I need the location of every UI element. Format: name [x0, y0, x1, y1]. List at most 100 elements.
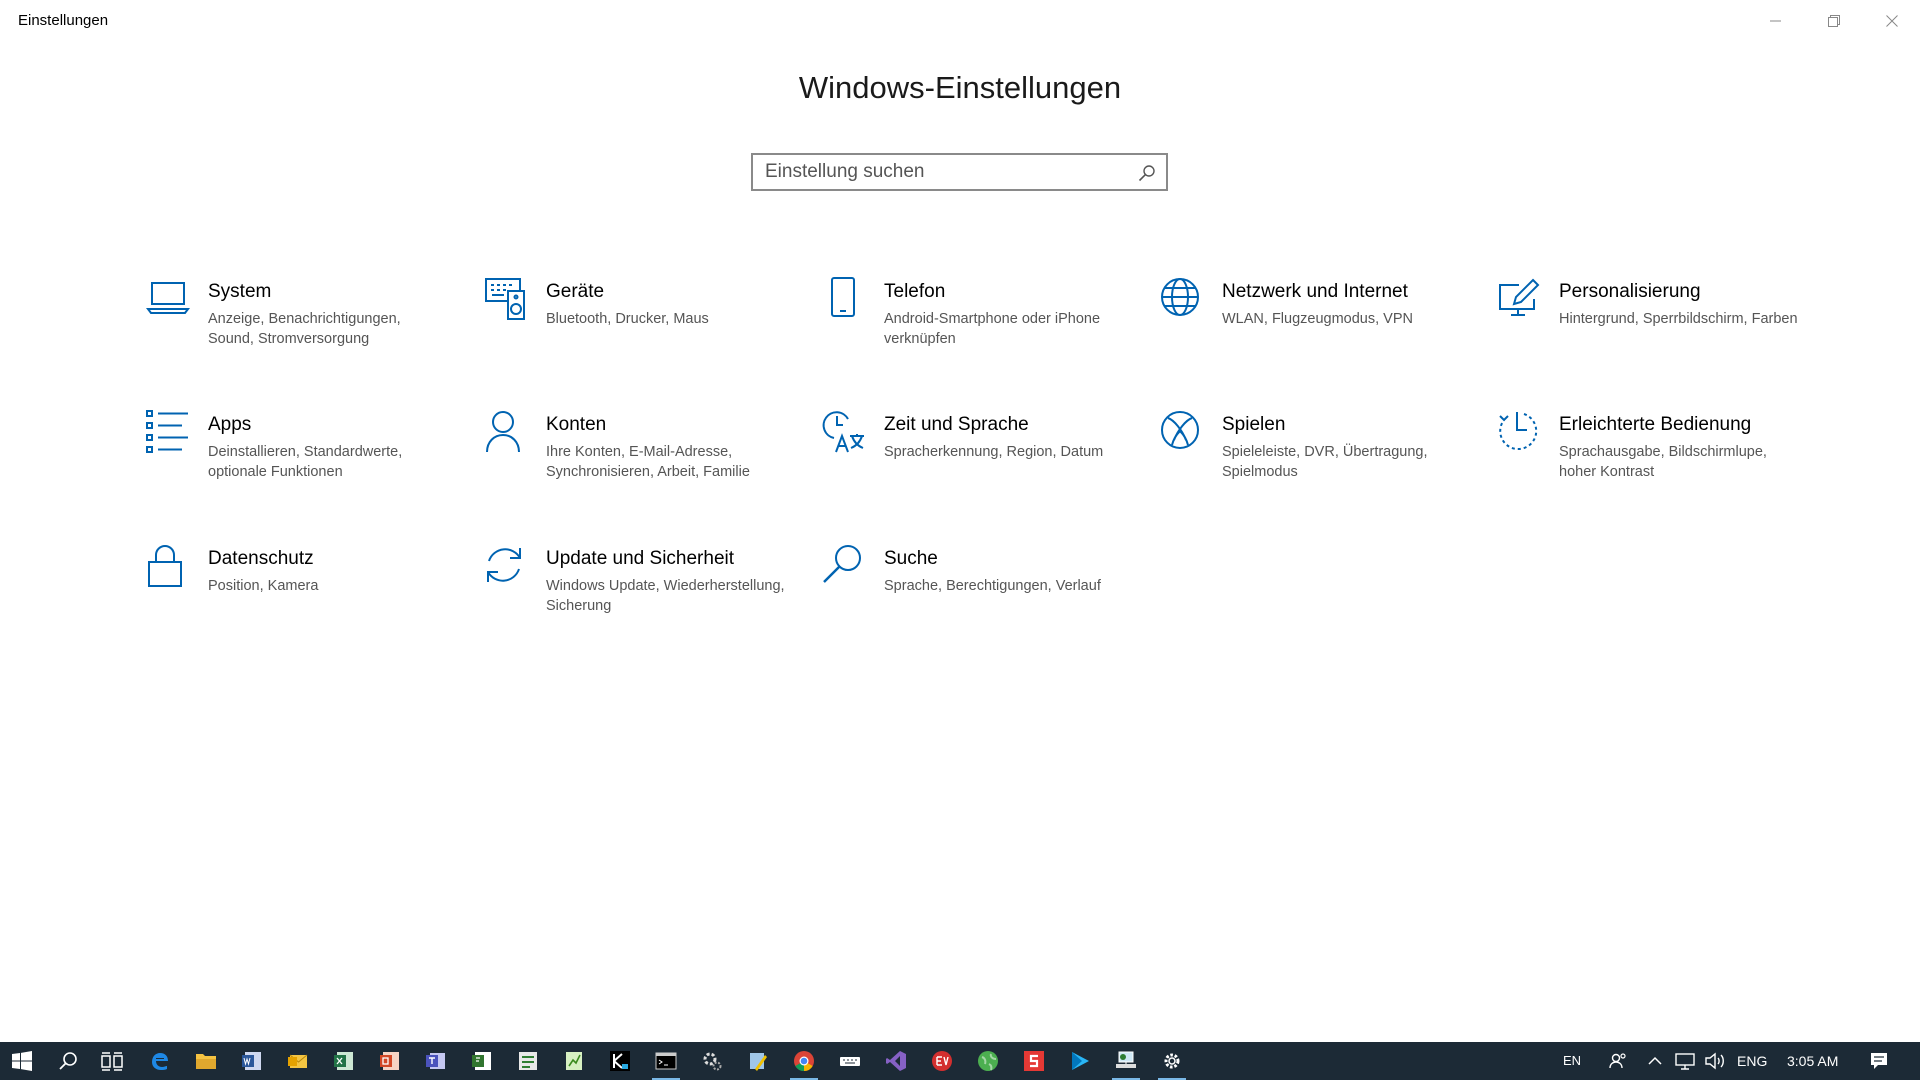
- settings-gear-icon: [703, 1052, 722, 1071]
- taskbar-app-globe[interactable]: [966, 1042, 1010, 1080]
- taskbar-app-project[interactable]: [460, 1042, 504, 1080]
- tile-search[interactable]: Suche Sprache, Berechtigungen, Verlauf: [822, 544, 1122, 634]
- tile-description: Hintergrund, Sperrbildschirm, Farben: [1559, 311, 1798, 327]
- input-language-short[interactable]: EN: [1563, 1042, 1581, 1080]
- tile-name: Erleichterte Bedienung: [1559, 414, 1752, 435]
- task-view-button[interactable]: [90, 1042, 134, 1080]
- start-button[interactable]: [0, 1042, 44, 1080]
- search-box[interactable]: [751, 153, 1168, 191]
- volume-button[interactable]: [1700, 1042, 1730, 1080]
- taskbar-app-ev[interactable]: [920, 1042, 964, 1080]
- close-icon: [1886, 15, 1898, 27]
- tile-name: Update und Sicherheit: [546, 548, 735, 569]
- show-hidden-icons-button[interactable]: [1640, 1042, 1670, 1080]
- taskbar-app-spreadsheet[interactable]: [552, 1042, 596, 1080]
- tile-description: Spieleleiste, DVR, Übertragung, Spielmod…: [1222, 444, 1428, 480]
- tile-devices[interactable]: Geräte Bluetooth, Drucker, Maus: [484, 277, 784, 367]
- pen-screen-icon: [1499, 278, 1540, 316]
- taskbar-app-paint[interactable]: [736, 1042, 780, 1080]
- tile-description: Deinstallieren, Standardwerte, optionale…: [208, 444, 403, 480]
- tile-apps[interactable]: Apps Deinstallieren, Standardwerte, opti…: [146, 410, 446, 500]
- word-icon: [242, 1052, 261, 1070]
- tile-phone[interactable]: Telefon Android-Smartphone oder iPhone v…: [822, 277, 1122, 367]
- title-bar: Einstellungen: [0, 0, 1920, 42]
- ev-app-icon: [932, 1051, 952, 1071]
- taskbar-app-network[interactable]: [1104, 1042, 1148, 1080]
- tile-description: Sprachausgabe, Bildschirmlupe, hoher Kon…: [1559, 444, 1767, 480]
- people-button[interactable]: [1603, 1042, 1633, 1080]
- kotlin-icon: [610, 1051, 630, 1071]
- tile-network[interactable]: Netzwerk und Internet WLAN, Flugzeugmodu…: [1160, 277, 1460, 367]
- globe-icon: [1161, 278, 1199, 316]
- window-title: Einstellungen: [18, 12, 109, 29]
- tile-gaming[interactable]: Spielen Spieleleiste, DVR, Übertragung, …: [1160, 410, 1460, 500]
- tile-name: Geräte: [546, 281, 605, 302]
- tile-name: Suche: [884, 548, 938, 569]
- taskbar-app-outlook[interactable]: [276, 1042, 320, 1080]
- action-center-button[interactable]: [1864, 1042, 1894, 1080]
- file-explorer-icon: [196, 1054, 216, 1069]
- devices-icon: [485, 278, 525, 320]
- close-button[interactable]: [1864, 0, 1920, 42]
- clock[interactable]: 3:05 AM: [1787, 1042, 1838, 1080]
- tile-description: Sprache, Berechtigungen, Verlauf: [884, 578, 1101, 594]
- tile-ease-of-access[interactable]: Erleichterte Bedienung Sprachausgabe, Bi…: [1497, 410, 1797, 500]
- taskbar-app-edge[interactable]: [138, 1042, 182, 1080]
- tile-personalization[interactable]: Personalisierung Hintergrund, Sperrbilds…: [1497, 277, 1798, 367]
- chrome-icon: [794, 1051, 814, 1072]
- search-input[interactable]: [765, 155, 1125, 189]
- taskbar-app-chrome[interactable]: [782, 1042, 826, 1080]
- taskbar-app-tools[interactable]: [690, 1042, 734, 1080]
- minimize-button[interactable]: [1748, 0, 1804, 42]
- taskbar-app-keyboard[interactable]: [828, 1042, 872, 1080]
- tile-update-security[interactable]: Update und Sicherheit Windows Update, Wi…: [484, 544, 785, 634]
- taskbar-app-play[interactable]: [1058, 1042, 1102, 1080]
- people-icon: [1609, 1053, 1626, 1069]
- taskbar-app-excel[interactable]: [322, 1042, 366, 1080]
- project-icon: [472, 1052, 491, 1070]
- taskbar-app-terminal[interactable]: [644, 1042, 688, 1080]
- settings-icon: [1164, 1053, 1180, 1069]
- tile-name: Personalisierung: [1559, 281, 1701, 302]
- page-title: Windows-Einstellungen: [798, 70, 1122, 105]
- tile-name: System: [208, 281, 272, 302]
- tile-name: Konten: [546, 414, 607, 435]
- xbox-icon: [1161, 411, 1199, 449]
- spreadsheet-icon: [566, 1052, 582, 1070]
- taskbar: EN ENG 3:05 AM: [0, 1042, 1920, 1080]
- tile-accounts[interactable]: Konten Ihre Konten, E-Mail-Adresse, Sync…: [484, 410, 784, 500]
- tile-name: Netzwerk und Internet: [1222, 281, 1408, 302]
- taskbar-search-button[interactable]: [46, 1042, 90, 1080]
- laptop-icon: [146, 282, 190, 314]
- taskbar-app-settings[interactable]: [1150, 1042, 1194, 1080]
- taskbar-app-editor[interactable]: [506, 1042, 550, 1080]
- person-icon: [486, 411, 520, 453]
- network-status-button[interactable]: [1670, 1042, 1700, 1080]
- paint-icon: [750, 1053, 767, 1071]
- cortana-search-icon: [59, 1052, 77, 1070]
- powerpoint-icon: [380, 1052, 399, 1070]
- windows-start-icon: [12, 1051, 32, 1071]
- input-language[interactable]: ENG: [1737, 1042, 1767, 1080]
- tile-description: Windows Update, Wiederherstellung, Siche…: [546, 578, 785, 614]
- edge-icon: [152, 1053, 168, 1070]
- restore-button[interactable]: [1806, 0, 1862, 42]
- tile-name: Telefon: [884, 281, 946, 302]
- taskbar-app-word[interactable]: [230, 1042, 274, 1080]
- taskbar-app-explorer[interactable]: [184, 1042, 228, 1080]
- tile-description: Spracherkennung, Region, Datum: [884, 444, 1104, 460]
- tile-time-language[interactable]: Zeit und Sprache Spracherkennung, Region…: [822, 410, 1122, 500]
- taskbar-app-powerpoint[interactable]: [368, 1042, 412, 1080]
- taskbar-app-teams[interactable]: [414, 1042, 458, 1080]
- tile-system[interactable]: System Anzeige, Benachrichtigungen, Soun…: [146, 277, 446, 367]
- excel-icon: [334, 1052, 353, 1070]
- tile-description: WLAN, Flugzeugmodus, VPN: [1222, 311, 1413, 327]
- taskbar-app-kotlin[interactable]: [598, 1042, 642, 1080]
- tile-privacy[interactable]: Datenschutz Position, Kamera: [146, 544, 446, 634]
- taskbar-app-visual-studio[interactable]: [874, 1042, 918, 1080]
- taskbar-app-stack[interactable]: [1012, 1042, 1056, 1080]
- phone-icon: [831, 277, 855, 317]
- tile-description: Bluetooth, Drucker, Maus: [546, 311, 709, 327]
- ease-of-access-icon: [1499, 412, 1538, 450]
- lock-icon: [148, 545, 182, 587]
